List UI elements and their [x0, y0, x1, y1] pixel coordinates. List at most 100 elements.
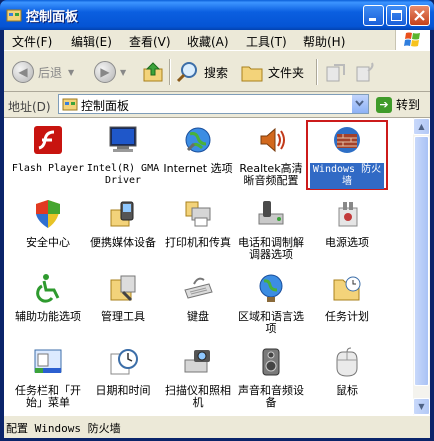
go-arrow-icon: ➔: [376, 96, 392, 113]
power-icon: [338, 202, 358, 227]
region-globe-icon: [259, 274, 283, 302]
sound-speaker-icon: [262, 348, 280, 376]
scroll-up-button[interactable]: ▲: [413, 118, 430, 135]
portable-media-icon: [110, 201, 134, 227]
status-bar: 配置 Windows 防火墙: [4, 415, 430, 438]
item-label: 电话和调制解调器选项: [238, 236, 304, 261]
scroll-thumb[interactable]: [414, 136, 429, 386]
shield-icon: [36, 200, 60, 228]
menu-edit[interactable]: 编辑(E): [71, 33, 112, 50]
item-portable-media[interactable]: 便携媒体设备: [86, 198, 160, 249]
taskbar-icon: [34, 349, 62, 373]
item-intel-gma[interactable]: Intel(R) GMA Driver: [86, 124, 160, 187]
menu-tools[interactable]: 工具(T): [246, 33, 287, 50]
item-label: 安全中心: [26, 236, 70, 249]
minimize-icon: [369, 18, 376, 21]
phone-modem-icon: [258, 201, 284, 225]
item-security-center[interactable]: 安全中心: [11, 198, 85, 249]
go-button[interactable]: ➔ 转到: [376, 96, 420, 113]
item-accessibility[interactable]: 辅助功能选项: [11, 272, 85, 323]
item-label: 便携媒体设备: [90, 236, 156, 249]
clock-icon: [110, 349, 138, 375]
address-bar: 地址(D) 控制面板 ➔ 转到: [4, 92, 430, 118]
item-label: 任务栏和「开始」菜单: [15, 384, 81, 409]
item-label: Windows 防火墙: [310, 163, 384, 189]
scheduled-tasks-icon: [333, 276, 361, 301]
items-view: Flash Player Intel(R) GMA Driver Interne…: [4, 118, 413, 415]
back-dropdown-icon: ▼: [68, 67, 75, 77]
item-internet-options[interactable]: Internet 选项: [161, 124, 235, 175]
item-realtek-audio[interactable]: Realtek高清晰音频配置: [234, 124, 308, 187]
item-label: 电源选项: [325, 236, 369, 249]
menu-view[interactable]: 查看(V): [129, 33, 171, 50]
item-admin-tools[interactable]: 管理工具: [86, 272, 160, 323]
item-region-language[interactable]: 区域和语言选项: [234, 272, 308, 335]
maximize-button[interactable]: [386, 5, 407, 26]
copy-to-button[interactable]: [354, 59, 378, 85]
move-to-icon: [326, 64, 345, 82]
item-label: 打印机和传真: [165, 236, 231, 249]
item-label: 管理工具: [101, 310, 145, 323]
keyboard-icon: [184, 277, 213, 299]
item-label: Realtek高清晰音频配置: [239, 162, 303, 187]
item-flash-player[interactable]: Flash Player: [11, 124, 85, 175]
admin-tools-icon: [110, 275, 136, 302]
close-button[interactable]: [409, 5, 430, 26]
item-label: 键盘: [187, 310, 209, 323]
back-arrow-icon: ◀: [12, 61, 34, 83]
address-field[interactable]: 控制面板: [58, 94, 369, 114]
forward-dropdown-icon: ▼: [120, 67, 127, 77]
item-label: 区域和语言选项: [238, 310, 304, 335]
item-label: 任务计划: [325, 310, 369, 323]
item-label: 扫描仪和照相机: [165, 384, 231, 409]
item-mouse[interactable]: 鼠标: [310, 346, 384, 397]
search-button[interactable]: 搜索: [176, 59, 228, 85]
back-button[interactable]: ◀ 后退 ▼: [12, 59, 74, 85]
item-sound-audio[interactable]: 声音和音频设备: [234, 346, 308, 409]
item-printers-faxes[interactable]: 打印机和传真: [161, 198, 235, 249]
item-power-options[interactable]: 电源选项: [310, 198, 384, 249]
forward-button[interactable]: ▶ ▼: [94, 59, 126, 85]
status-text: 配置 Windows 防火墙: [6, 422, 121, 435]
control-panel-icon: [6, 9, 22, 22]
item-scanners-cameras[interactable]: 扫描仪和照相机: [161, 346, 235, 409]
chevron-up-icon: ▲: [418, 122, 425, 131]
menu-help[interactable]: 帮助(H): [303, 33, 345, 50]
minimize-button[interactable]: [363, 5, 384, 26]
window: 控制面板 文件(F) 编辑(E) 查看(V) 收藏(A) 工具(T) 帮助(H): [0, 0, 434, 441]
toolbar: ◀ 后退 ▼ ▶ ▼ 搜索 文件夹: [4, 50, 430, 92]
item-phone-modem[interactable]: 电话和调制解调器选项: [234, 198, 308, 261]
speaker-icon: [260, 127, 285, 153]
item-scheduled-tasks[interactable]: 任务计划: [310, 272, 384, 323]
window-title: 控制面板: [26, 10, 79, 25]
accessibility-icon: [36, 274, 60, 303]
item-label: Intel(R) GMA Driver: [86, 163, 160, 186]
address-value: 控制面板: [81, 99, 130, 113]
forward-arrow-icon: ▶: [94, 61, 116, 83]
menu-favorites[interactable]: 收藏(A): [187, 33, 229, 50]
chevron-down-icon: [355, 100, 364, 107]
address-dropdown-button[interactable]: [351, 95, 368, 113]
item-date-time[interactable]: 日期和时间: [86, 346, 160, 397]
vertical-scrollbar[interactable]: ▲ ▼: [413, 118, 430, 415]
item-keyboard[interactable]: 键盘: [161, 272, 235, 323]
item-taskbar-start-menu[interactable]: 任务栏和「开始」菜单: [11, 346, 85, 409]
address-label: 地址(D): [8, 100, 51, 114]
title-bar[interactable]: 控制面板: [0, 0, 434, 30]
windows-logo-icon: [395, 30, 430, 50]
mouse-icon: [336, 347, 358, 377]
up-button[interactable]: [142, 59, 164, 85]
item-label: 辅助功能选项: [15, 310, 81, 323]
folders-label: 文件夹: [268, 65, 305, 80]
maximize-icon: [391, 10, 402, 21]
scroll-down-button[interactable]: ▼: [413, 398, 430, 415]
item-windows-firewall[interactable]: Windows 防火墙: [310, 124, 384, 189]
search-label: 搜索: [204, 65, 229, 80]
globe-icon: [185, 127, 211, 153]
menu-file[interactable]: 文件(F): [12, 33, 52, 50]
folder-up-icon: [143, 62, 163, 82]
folders-button[interactable]: 文件夹: [240, 59, 304, 85]
move-to-button[interactable]: [324, 59, 348, 85]
item-label: 鼠标: [336, 384, 358, 397]
firewall-icon: [334, 127, 360, 153]
